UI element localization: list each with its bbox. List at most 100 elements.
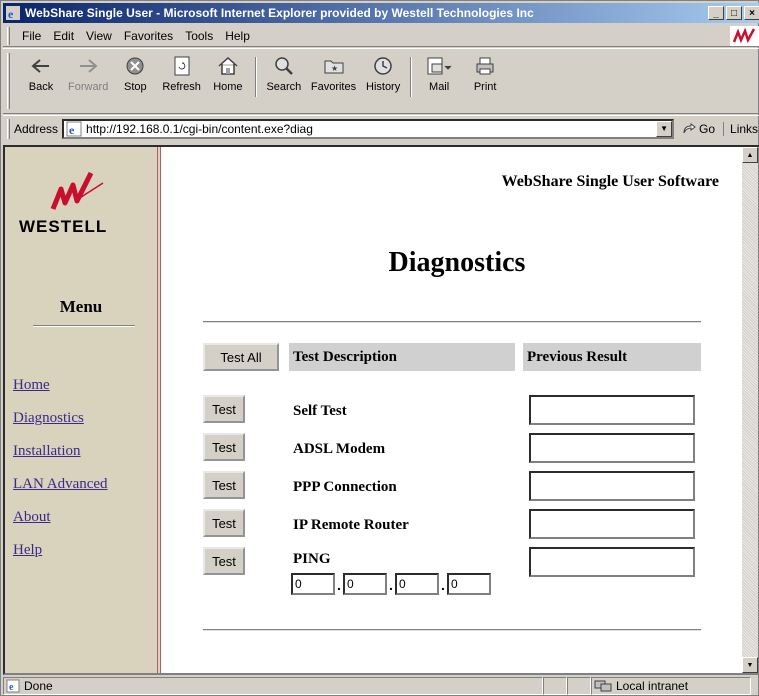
home-button[interactable]: Home [205,53,251,93]
address-label: Address [14,121,59,136]
menubar-grip[interactable] [7,26,10,45]
main-panel: WebShare Single User Software Diagnostic… [165,147,749,673]
toolbar-grip[interactable] [7,53,10,109]
self-test-button[interactable]: Test [203,395,245,423]
adsl-modem-result-field[interactable] [529,433,695,463]
menu-file[interactable]: File [16,29,47,43]
ip-remote-router-label: IP Remote Router [293,517,409,533]
ie-logo-icon: e [5,5,21,21]
scroll-up-icon[interactable]: ▲ [742,147,758,163]
print-label: Print [473,81,497,93]
go-button[interactable]: Go [682,122,715,136]
forward-button[interactable]: Forward [64,53,112,93]
local-intranet-icon [594,680,612,692]
browser-window: e WebShare Single User - Microsoft Inter… [0,0,759,696]
stop-icon [122,53,148,79]
page-done-icon: e [6,679,20,693]
address-dropdown-icon[interactable]: ▼ [656,120,673,137]
ip-remote-router-test-button[interactable]: Test [203,509,245,537]
ping-ip-octet-2[interactable]: 0 [343,573,387,595]
mail-icon [426,53,452,79]
maximize-button[interactable]: □ [726,6,742,20]
status-text: Done [24,679,53,693]
ping-ip-octet-4[interactable]: 0 [447,573,491,595]
search-button[interactable]: Search [261,53,307,93]
ip-remote-router-result-field[interactable] [529,509,695,539]
scroll-down-icon[interactable]: ▼ [742,657,758,673]
back-button[interactable]: Back [18,53,64,93]
ping-ip-dot: . [389,577,393,593]
self-test-label: Self Test [293,403,347,419]
ping-ip-octet-1[interactable]: 0 [291,573,335,595]
adsl-modem-label: ADSL Modem [293,441,386,457]
address-input[interactable]: e http://192.168.0.1/cgi-bin/content.exe… [62,118,675,139]
minimize-button[interactable]: _ [708,6,724,20]
ping-ip-dot: . [337,577,341,593]
nav-link-help[interactable]: Help [13,540,108,573]
nav-link-diagnostics[interactable]: Diagnostics [13,408,108,441]
links-toolbar[interactable]: Links [723,121,758,136]
back-arrow-icon [28,53,54,79]
menu-divider [33,325,135,327]
status-zone: Local intranet [616,679,689,693]
col-header-description: Test Description [289,343,515,371]
home-icon [215,53,241,79]
print-button[interactable]: Print [462,53,508,93]
top-divider [203,321,701,323]
brand-heading: WebShare Single User Software [501,173,719,190]
ping-test-button[interactable]: Test [203,547,245,575]
stop-button[interactable]: Stop [112,53,158,93]
self-test-result-field[interactable] [529,395,695,425]
refresh-button[interactable]: Refresh [158,53,205,93]
go-arrow-icon [683,122,696,133]
history-button[interactable]: History [360,53,406,93]
svg-text:e: e [8,7,14,20]
toolbar-separator [410,57,413,97]
refresh-icon [169,53,195,79]
mail-button[interactable]: Mail [416,53,462,93]
col-header-result: Previous Result [523,343,701,371]
adsl-modem-test-button[interactable]: Test [203,433,245,461]
favorites-label: Favorites [310,81,357,93]
history-icon [370,53,396,79]
test-all-button[interactable]: Test All [203,343,279,371]
menu-favorites[interactable]: Favorites [118,29,179,43]
logo-text: WESTELL [19,217,108,236]
svg-text:e: e [9,682,14,693]
menu-help[interactable]: Help [219,29,256,43]
search-icon [271,53,297,79]
toolbar-separator [254,57,257,97]
print-icon [472,53,498,79]
ping-ip-dot: . [441,577,445,593]
menu-view[interactable]: View [80,29,118,43]
menu-tools[interactable]: Tools [179,29,219,43]
bottom-divider [203,629,701,631]
ppp-connection-test-button[interactable]: Test [203,471,245,499]
favorites-button[interactable]: ★ Favorites [307,53,360,93]
menu-edit[interactable]: Edit [47,29,80,43]
ping-label: PING [293,551,331,567]
ping-ip-octet-3[interactable]: 0 [395,573,439,595]
page-title: Diagnostics [388,247,526,278]
mail-label: Mail [429,81,450,93]
nav-link-about[interactable]: About [13,507,108,540]
status-text-cell: e Done [3,677,543,695]
nav-link-installation[interactable]: Installation [13,441,108,474]
ppp-connection-result-field[interactable] [529,471,695,501]
nav-link-home[interactable]: Home [13,375,108,408]
ping-result-field[interactable] [529,547,695,577]
westell-throbber-icon [730,25,759,46]
address-bar: Address e http://192.168.0.1/cgi-bin/con… [3,115,759,141]
addressbar-grip[interactable] [7,118,10,139]
favorites-icon: ★ [321,53,347,79]
nav-link-lan-advanced[interactable]: LAN Advanced [13,474,108,507]
page-content: WESTELL Menu Home Diagnostics Installati… [3,145,759,675]
close-button[interactable]: × [744,6,759,20]
menu-heading: Menu [59,297,103,316]
forward-arrow-icon [75,53,101,79]
svg-text:e: e [69,123,75,137]
ppp-connection-label: PPP Connection [293,479,397,495]
vertical-scrollbar[interactable]: ▲ ▼ [742,147,758,673]
title-bar: e WebShare Single User - Microsoft Inter… [3,3,759,23]
history-label: History [366,81,401,93]
